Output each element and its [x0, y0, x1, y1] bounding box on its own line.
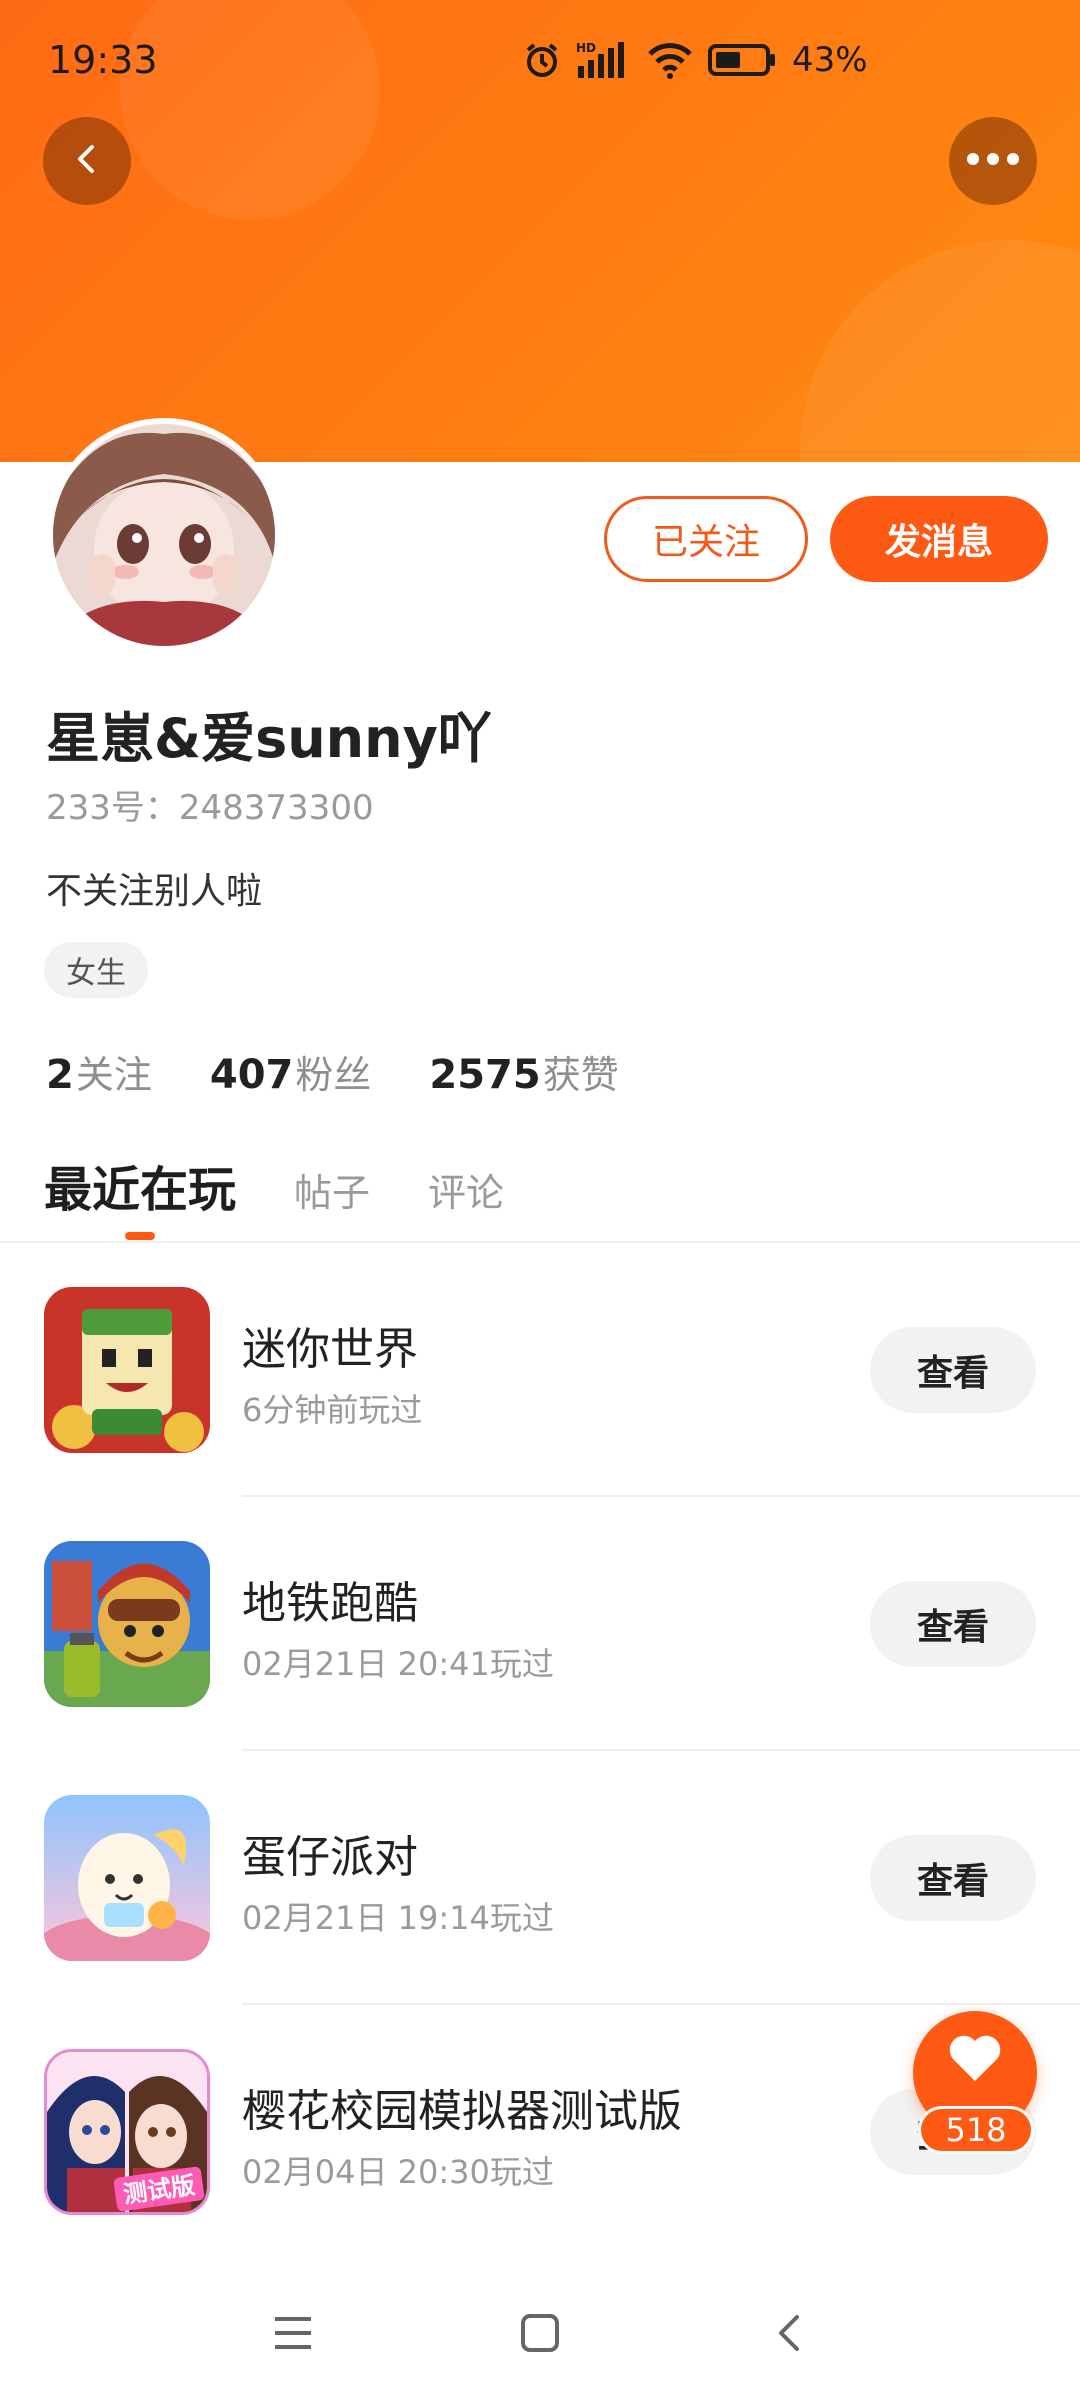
user-id: 233号：248373300: [46, 788, 374, 828]
status-icons: HD 43%: [522, 40, 868, 80]
avatar-illustration: [53, 424, 275, 646]
active-tab-indicator: [125, 1232, 155, 1240]
game-name: 迷你世界: [242, 1324, 418, 1375]
stat-label: 关注: [75, 1053, 152, 1097]
tab-comments[interactable]: 评论: [428, 1162, 504, 1217]
stat-value: 2: [46, 1052, 74, 1098]
view-game-button[interactable]: 查看: [870, 1835, 1036, 1921]
back-arrow-icon: [69, 141, 105, 181]
status-time: 19:33: [48, 38, 158, 82]
user-bio: 不关注别人啦: [46, 871, 263, 912]
back-button[interactable]: [43, 117, 131, 205]
followed-button[interactable]: 已关注: [604, 496, 808, 582]
avatar[interactable]: [47, 418, 281, 652]
system-nav-bar: [0, 2270, 1080, 2400]
battery-percentage: 43%: [792, 40, 868, 80]
game-name: 地铁跑酷: [242, 1578, 418, 1629]
like-count-badge: 518: [918, 2106, 1034, 2154]
gender-tag: 女生: [44, 942, 148, 998]
list-item[interactable]: 迷你世界 6分钟前玩过 查看: [0, 1243, 1080, 1497]
status-bar: 19:33 HD 43%: [0, 0, 1080, 120]
last-played-time: 02月21日 20:41玩过: [242, 1645, 554, 1683]
last-played-time: 02月21日 19:14玩过: [242, 1899, 554, 1937]
banner-decoration: [800, 240, 1080, 462]
recent-apps-button[interactable]: [258, 2300, 328, 2370]
view-game-button[interactable]: 查看: [870, 1581, 1036, 1667]
list-item[interactable]: 蛋仔派对 02月21日 19:14玩过 查看: [0, 1751, 1080, 2005]
stat-value: 2575: [429, 1052, 541, 1098]
tab-recently-played[interactable]: 最近在玩: [44, 1150, 236, 1220]
last-played-time: 6分钟前玩过: [242, 1391, 423, 1429]
battery-icon: [708, 42, 778, 78]
profile-tabs: 最近在玩 帖子 评论: [44, 1150, 504, 1220]
stat-label: 粉丝: [295, 1053, 372, 1097]
stat-likes[interactable]: 2575获赞: [429, 1044, 618, 1099]
mini-world-game-icon: [44, 1287, 210, 1453]
stat-following[interactable]: 2关注: [46, 1044, 152, 1099]
more-dots-icon: [965, 151, 1021, 171]
stat-fans[interactable]: 407粉丝: [210, 1044, 372, 1099]
last-played-time: 02月04日 20:30玩过: [242, 2153, 554, 2191]
subway-surfers-game-icon: [44, 1541, 210, 1707]
list-item[interactable]: 地铁跑酷 02月21日 20:41玩过 查看: [0, 1497, 1080, 1751]
view-game-button[interactable]: 查看: [870, 1327, 1036, 1413]
stat-label: 获赞: [542, 1053, 619, 1097]
tab-posts[interactable]: 帖子: [294, 1162, 370, 1217]
menu-icon: [273, 2315, 313, 2355]
alarm-icon: [522, 40, 562, 80]
signal-icon: HD: [576, 40, 632, 80]
send-message-button[interactable]: 发消息: [830, 496, 1048, 582]
profile-stats: 2关注 407粉丝 2575获赞: [46, 1044, 619, 1099]
home-button[interactable]: [505, 2300, 575, 2370]
svg-text:HD: HD: [576, 41, 596, 55]
recent-games-list: 迷你世界 6分钟前玩过 查看 地铁跑酷 02月21日 20:41玩过 查看 蛋仔…: [0, 1243, 1080, 2259]
sakura-school-game-icon: 测试版: [44, 2049, 210, 2215]
nav-back-icon: [773, 2313, 803, 2357]
home-square-icon: [520, 2313, 560, 2357]
stat-value: 407: [209, 1052, 294, 1098]
wifi-icon: [646, 40, 694, 80]
game-name: 樱花校园模拟器测试版: [242, 2086, 682, 2137]
system-back-button[interactable]: [753, 2300, 823, 2370]
game-name: 蛋仔派对: [242, 1832, 418, 1883]
more-options-button[interactable]: [949, 117, 1037, 205]
eggy-party-game-icon: [44, 1795, 210, 1961]
username: 星崽&爱sunny吖: [46, 707, 492, 770]
heart-icon: [947, 2033, 1003, 2087]
